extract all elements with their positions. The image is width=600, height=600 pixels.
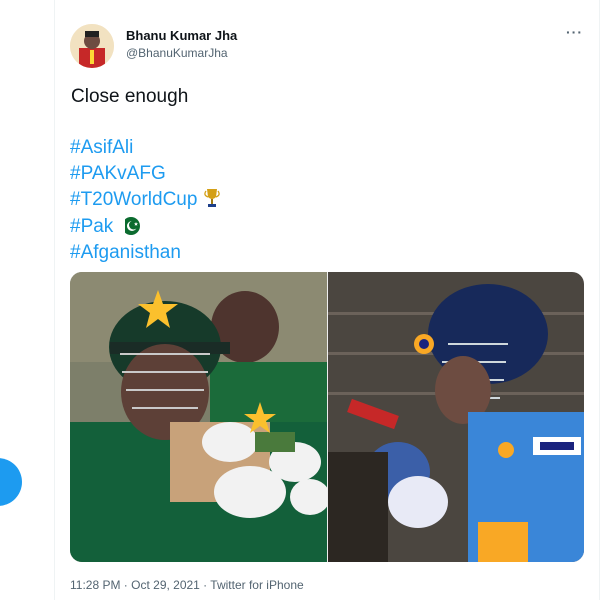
- hashtag-pak[interactable]: #Pak: [70, 216, 113, 237]
- hashtag-afganisthan[interactable]: #Afganisthan: [70, 240, 220, 266]
- more-options-icon[interactable]: ···: [566, 24, 583, 40]
- author-name[interactable]: Bhanu Kumar Jha: [126, 28, 237, 43]
- media-image-right[interactable]: [328, 272, 584, 562]
- media-image-left[interactable]: [70, 272, 330, 562]
- compose-fab-button[interactable]: [0, 458, 22, 506]
- hashtag-pakvafg[interactable]: #PAKvAFG: [70, 161, 220, 187]
- author-handle[interactable]: @BhanuKumarJha: [126, 46, 228, 60]
- avatar-image: [70, 24, 114, 68]
- trophy-emoji: [204, 187, 220, 214]
- tweet-text: Close enough: [71, 86, 189, 107]
- pakistan-flag-emoji: [119, 216, 142, 240]
- tweet-timestamp[interactable]: 11:28 PM · Oct 29, 2021 · Twitter for iP…: [70, 578, 304, 592]
- hashtag-t20worldcup[interactable]: #T20WorldCup: [70, 189, 197, 210]
- avatar[interactable]: [70, 24, 114, 68]
- timeline-border-left: [54, 0, 55, 600]
- tweet-media[interactable]: [70, 272, 584, 562]
- hashtag-asifali[interactable]: #AsifAli: [70, 135, 220, 161]
- hashtag-list: #AsifAli #PAKvAFG #T20WorldCup #Pak #Afg…: [70, 135, 220, 266]
